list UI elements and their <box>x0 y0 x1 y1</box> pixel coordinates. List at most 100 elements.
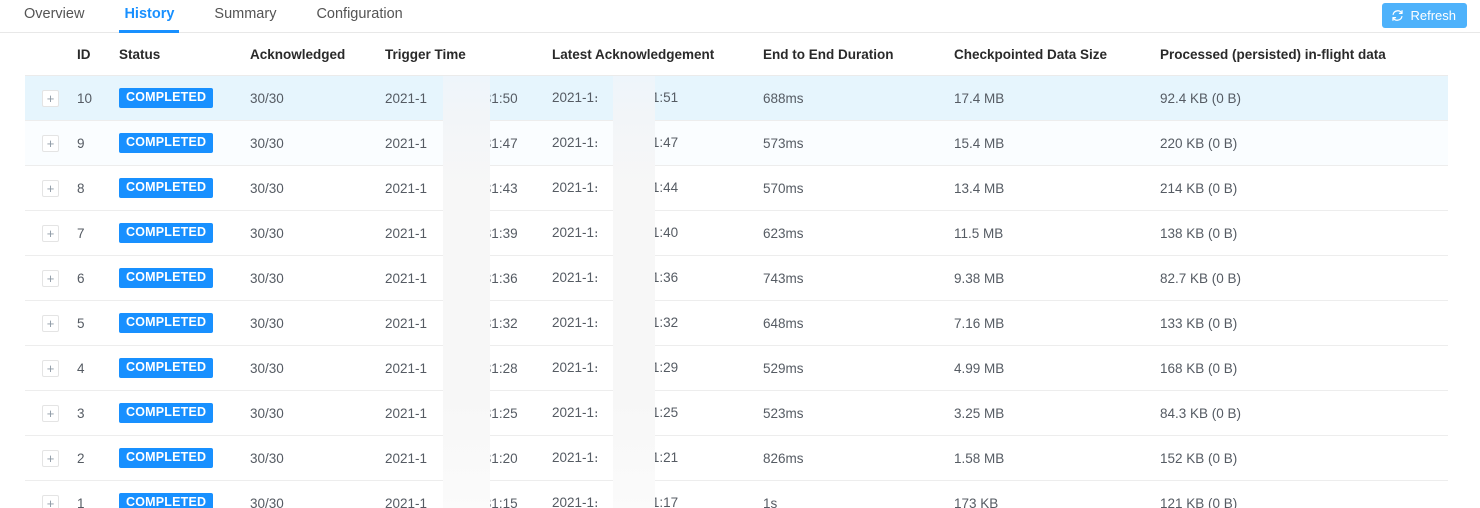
latest-ack-prefix: 2021-1։ <box>552 495 599 508</box>
table-row[interactable]: +8 COMPLETED 30/30 2021-1:31:43 2021-1։:31:4… <box>25 165 1448 211</box>
cell-id: 6 <box>77 255 119 301</box>
cell-acknowledged: 30/30 <box>250 390 385 436</box>
tab-history[interactable]: History <box>104 0 194 33</box>
latest-ack-suffix: :31:47 <box>640 135 679 150</box>
tab-summary[interactable]: Summary <box>194 0 296 33</box>
column-header-acknowledged[interactable]: Acknowledged <box>250 33 385 76</box>
cell-expand: + <box>25 210 77 256</box>
cell-latest-acknowledgement: 2021-1։:31:51 <box>552 75 763 121</box>
cell-status: COMPLETED <box>119 75 250 121</box>
cell-id: 8 <box>77 165 119 211</box>
cell-processed-in-flight-data: 220 KB (0 B) <box>1160 120 1448 166</box>
cell-expand: + <box>25 75 77 121</box>
table-row[interactable]: +1 COMPLETED 30/30 2021-1:31:15 2021-1։:31:1… <box>25 480 1448 508</box>
latest-ack-suffix: :31:25 <box>640 405 679 420</box>
table-row[interactable]: +10 COMPLETED 30/30 2021-1:31:50 2021-1։:31:… <box>25 75 1448 121</box>
cell-status: COMPLETED <box>119 255 250 301</box>
latest-ack-suffix: :31:40 <box>640 225 679 240</box>
cell-processed-in-flight-data: 92.4 KB (0 B) <box>1160 75 1448 121</box>
checkpoint-history-table: ID Status Acknowledged Trigger Time Late… <box>25 33 1448 508</box>
column-header-end-to-end-duration[interactable]: End to End Duration <box>763 33 954 76</box>
trigger-time-suffix: :31:32 <box>480 315 518 331</box>
tab-configuration[interactable]: Configuration <box>296 0 422 33</box>
cell-trigger-time: 2021-1:31:36 <box>385 255 552 301</box>
column-header-processed-in-flight-data[interactable]: Processed (persisted) in-flight data <box>1160 33 1448 76</box>
cell-trigger-time: 2021-1:31:15 <box>385 480 552 508</box>
tab-overview[interactable]: Overview <box>4 0 104 33</box>
expand-row-button[interactable]: + <box>42 449 59 467</box>
expand-row-button[interactable]: + <box>42 89 59 107</box>
expand-row-button[interactable]: + <box>42 224 59 242</box>
expand-row-button[interactable]: + <box>42 404 59 422</box>
status-badge: COMPLETED <box>119 313 214 333</box>
cell-checkpointed-data-size: 7.16 MB <box>954 300 1160 346</box>
expand-row-button[interactable]: + <box>42 179 59 197</box>
trigger-time-suffix: :31:39 <box>480 225 518 241</box>
trigger-time-suffix: :31:47 <box>480 135 518 151</box>
trigger-time-prefix: 2021-1 <box>385 315 428 331</box>
table-row[interactable]: +6 COMPLETED 30/30 2021-1:31:36 2021-1։:31:3… <box>25 255 1448 301</box>
column-header-checkpointed-data-size[interactable]: Checkpointed Data Size <box>954 33 1160 76</box>
refresh-button[interactable]: Refresh <box>1382 3 1467 28</box>
status-badge: COMPLETED <box>119 223 214 243</box>
cell-processed-in-flight-data: 214 KB (0 B) <box>1160 165 1448 211</box>
latest-ack-suffix: :31:32 <box>640 315 679 330</box>
cell-acknowledged: 30/30 <box>250 480 385 508</box>
table-row[interactable]: +7 COMPLETED 30/30 2021-1:31:39 2021-1։:31:4… <box>25 210 1448 256</box>
cell-end-to-end-duration: 573ms <box>763 120 954 166</box>
trigger-time-prefix: 2021-1 <box>385 180 428 196</box>
cell-latest-acknowledgement: 2021-1։ :31:47 <box>552 120 763 166</box>
cell-status: COMPLETED <box>119 480 250 508</box>
cell-id: 7 <box>77 210 119 256</box>
cell-checkpointed-data-size: 1.58 MB <box>954 435 1160 481</box>
expand-row-button[interactable]: + <box>42 359 59 377</box>
cell-acknowledged: 30/30 <box>250 255 385 301</box>
column-header-trigger-time[interactable]: Trigger Time <box>385 33 552 76</box>
latest-ack-prefix: 2021-1։ <box>552 360 599 375</box>
cell-end-to-end-duration: 623ms <box>763 210 954 256</box>
cell-trigger-time: 2021-1:31:25 <box>385 390 552 436</box>
latest-ack-prefix: 2021-1։ <box>552 135 599 150</box>
cell-latest-acknowledgement: 2021-1։:31:44 <box>552 165 763 211</box>
column-header-latest-acknowledgement[interactable]: Latest Acknowledgement <box>552 33 763 76</box>
table-header-row: ID Status Acknowledged Trigger Time Late… <box>25 33 1448 76</box>
latest-ack-prefix: 2021-1։ <box>552 270 599 285</box>
expand-row-button[interactable]: + <box>42 134 59 152</box>
cell-processed-in-flight-data: 121 KB (0 B) <box>1160 480 1448 508</box>
cell-latest-acknowledgement: 2021-1։:31:36 <box>552 255 763 301</box>
latest-ack-prefix: 2021-1։ <box>552 315 599 330</box>
cell-processed-in-flight-data: 168 KB (0 B) <box>1160 345 1448 391</box>
tab-bar: Overview History Summary Configuration Refr… <box>0 0 1480 33</box>
cell-status: COMPLETED <box>119 165 250 211</box>
status-badge: COMPLETED <box>119 358 214 378</box>
trigger-time-suffix: :31:25 <box>480 405 518 421</box>
cell-expand: + <box>25 345 77 391</box>
table-row[interactable]: +3 COMPLETED 30/30 2021-1:31:25 2021-1։:31:2… <box>25 390 1448 436</box>
cell-status: COMPLETED <box>119 300 250 346</box>
cell-checkpointed-data-size: 4.99 MB <box>954 345 1160 391</box>
table-row[interactable]: +9 COMPLETED 30/30 2021-1:31:47 2021-1։:31:4… <box>25 120 1448 166</box>
table-row[interactable]: +5 COMPLETED 30/30 2021-1 :31:32 2021-1։ :31:3… <box>25 300 1448 346</box>
cell-latest-acknowledgement: 2021-1։:31:25 <box>552 390 763 436</box>
cell-trigger-time: 2021-1:31:47 <box>385 120 552 166</box>
column-header-status[interactable]: Status <box>119 33 250 76</box>
expand-row-button[interactable]: + <box>42 314 59 332</box>
status-badge: COMPLETED <box>119 268 214 288</box>
cell-acknowledged: 30/30 <box>250 120 385 166</box>
cell-end-to-end-duration: 688ms <box>763 75 954 121</box>
trigger-time-prefix: 2021-1 <box>385 450 428 466</box>
cell-id: 3 <box>77 390 119 436</box>
cell-acknowledged: 30/30 <box>250 300 385 346</box>
cell-latest-acknowledgement: 2021-1։ :31:32 <box>552 300 763 346</box>
table-row[interactable]: +2 COMPLETED 30/30 2021-1:31:20 2021-1։:31:2… <box>25 435 1448 481</box>
expand-row-button[interactable]: + <box>42 494 59 508</box>
cell-acknowledged: 30/30 <box>250 75 385 121</box>
expand-row-button[interactable]: + <box>42 269 59 287</box>
table-row[interactable]: +4 COMPLETED 30/30 2021-1:31:28 2021-1։:31:2… <box>25 345 1448 391</box>
cell-id: 5 <box>77 300 119 346</box>
trigger-time-prefix: 2021-1 <box>385 360 428 376</box>
cell-checkpointed-data-size: 173 KB <box>954 480 1160 508</box>
cell-processed-in-flight-data: 84.3 KB (0 B) <box>1160 390 1448 436</box>
column-header-id[interactable]: ID <box>77 33 119 76</box>
cell-end-to-end-duration: 570ms <box>763 165 954 211</box>
